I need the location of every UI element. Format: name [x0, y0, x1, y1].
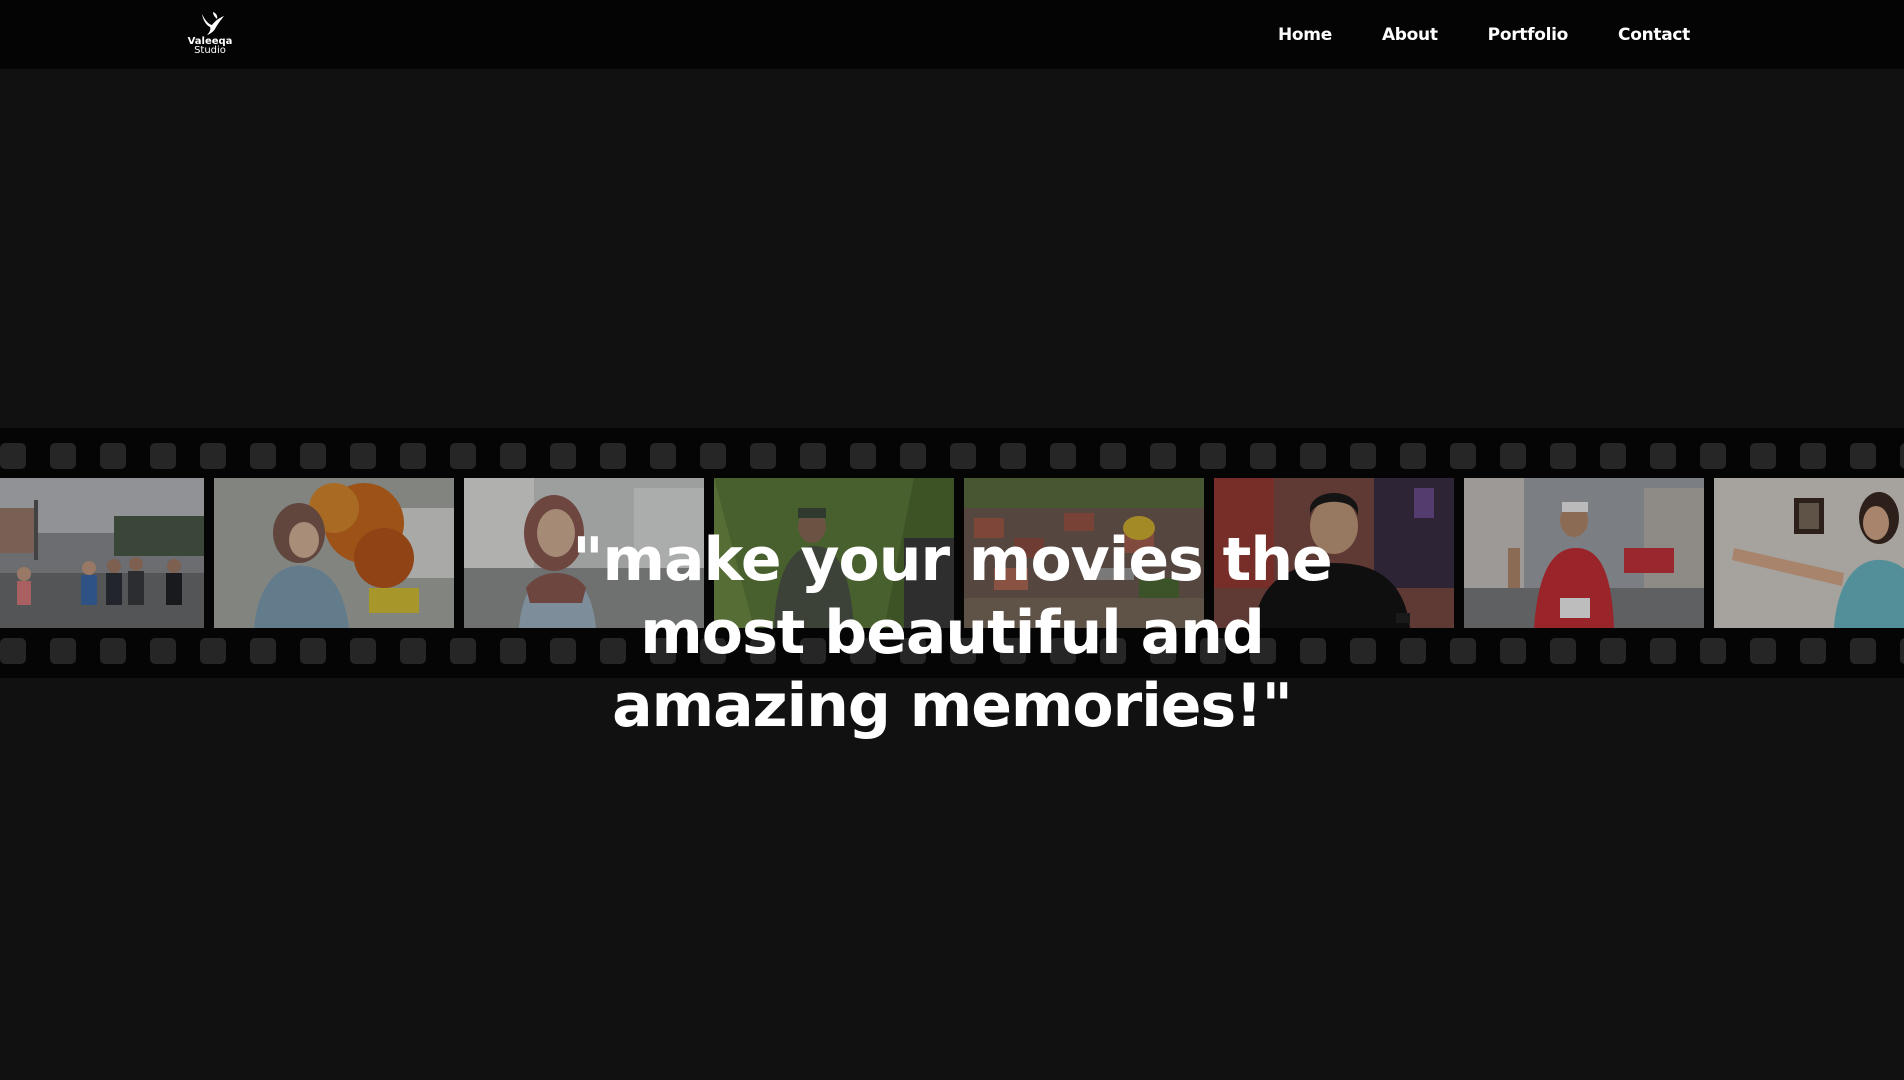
film-sprocket-hole — [1450, 638, 1476, 664]
nav-home-link[interactable]: Home — [1278, 25, 1332, 45]
brand-logo[interactable]: Valeeqa Studio — [186, 10, 234, 60]
bird-logo-icon — [202, 12, 224, 35]
film-sprocket-hole — [1450, 443, 1476, 469]
film-sprocket-hole — [1500, 443, 1526, 469]
film-sprocket-hole — [1600, 443, 1626, 469]
film-sprocket-hole — [800, 443, 826, 469]
film-sprocket-hole — [600, 443, 626, 469]
film-sprocket-hole — [1200, 443, 1226, 469]
brand-name: Valeeqa Studio — [186, 37, 234, 56]
film-frame[interactable] — [214, 478, 454, 628]
navbar: Valeeqa Studio Home About Portfolio Cont… — [0, 0, 1904, 69]
film-sprocket-hole — [1300, 443, 1326, 469]
film-sprocket-hole — [1900, 638, 1904, 664]
film-sprocket-hole — [400, 443, 426, 469]
film-sprocket-hole — [450, 443, 476, 469]
film-sprocket-hole — [1550, 638, 1576, 664]
film-sprocket-hole — [50, 638, 76, 664]
film-sprocket-hole — [300, 638, 326, 664]
film-sprocket-hole — [0, 638, 26, 664]
film-sprocket-row-top — [0, 443, 1904, 469]
film-sprocket-hole — [1850, 638, 1876, 664]
film-sprocket-hole — [550, 443, 576, 469]
film-sprocket-hole — [1700, 638, 1726, 664]
nav-contact-link[interactable]: Contact — [1618, 25, 1690, 45]
film-sprocket-hole — [350, 638, 376, 664]
film-sprocket-hole — [0, 443, 26, 469]
film-sprocket-hole — [1550, 443, 1576, 469]
film-sprocket-hole — [1750, 638, 1776, 664]
nav-about-link[interactable]: About — [1382, 25, 1438, 45]
film-sprocket-hole — [1850, 443, 1876, 469]
film-sprocket-hole — [1800, 638, 1826, 664]
hero-quote-line2: most beautiful and — [640, 598, 1265, 668]
film-sprocket-hole — [400, 638, 426, 664]
film-sprocket-hole — [750, 443, 776, 469]
film-sprocket-hole — [1350, 443, 1376, 469]
film-sprocket-hole — [1650, 443, 1676, 469]
hero-quote-line1: "make your movies the — [572, 525, 1332, 595]
film-sprocket-hole — [1250, 443, 1276, 469]
film-sprocket-hole — [1750, 443, 1776, 469]
film-sprocket-hole — [100, 638, 126, 664]
film-frame[interactable] — [1464, 478, 1704, 628]
film-frame[interactable] — [0, 478, 204, 628]
film-sprocket-hole — [1700, 443, 1726, 469]
film-sprocket-hole — [1100, 443, 1126, 469]
film-sprocket-hole — [500, 443, 526, 469]
film-sprocket-hole — [950, 443, 976, 469]
film-sprocket-hole — [150, 638, 176, 664]
film-sprocket-hole — [100, 443, 126, 469]
main-nav: Home About Portfolio Contact — [1278, 0, 1690, 69]
film-sprocket-hole — [1400, 443, 1426, 469]
nav-portfolio-link[interactable]: Portfolio — [1488, 25, 1569, 45]
film-sprocket-hole — [250, 443, 276, 469]
film-sprocket-hole — [1000, 443, 1026, 469]
film-sprocket-hole — [1050, 443, 1076, 469]
hero-quote: "make your movies the most beautiful and… — [452, 524, 1452, 743]
film-sprocket-hole — [200, 443, 226, 469]
film-sprocket-hole — [300, 443, 326, 469]
film-sprocket-hole — [1800, 443, 1826, 469]
film-frame[interactable] — [1714, 478, 1904, 628]
film-sprocket-hole — [900, 443, 926, 469]
film-sprocket-hole — [250, 638, 276, 664]
brand-name-line2: Studio — [194, 45, 226, 56]
film-sprocket-hole — [1900, 443, 1904, 469]
hero-quote-line3: amazing memories!" — [612, 671, 1293, 741]
film-sprocket-hole — [1500, 638, 1526, 664]
film-sprocket-hole — [1150, 443, 1176, 469]
film-sprocket-hole — [650, 443, 676, 469]
film-sprocket-hole — [200, 638, 226, 664]
film-sprocket-hole — [1600, 638, 1626, 664]
film-sprocket-hole — [350, 443, 376, 469]
film-sprocket-hole — [50, 443, 76, 469]
film-sprocket-hole — [1650, 638, 1676, 664]
film-sprocket-hole — [850, 443, 876, 469]
film-sprocket-hole — [700, 443, 726, 469]
film-sprocket-hole — [150, 443, 176, 469]
